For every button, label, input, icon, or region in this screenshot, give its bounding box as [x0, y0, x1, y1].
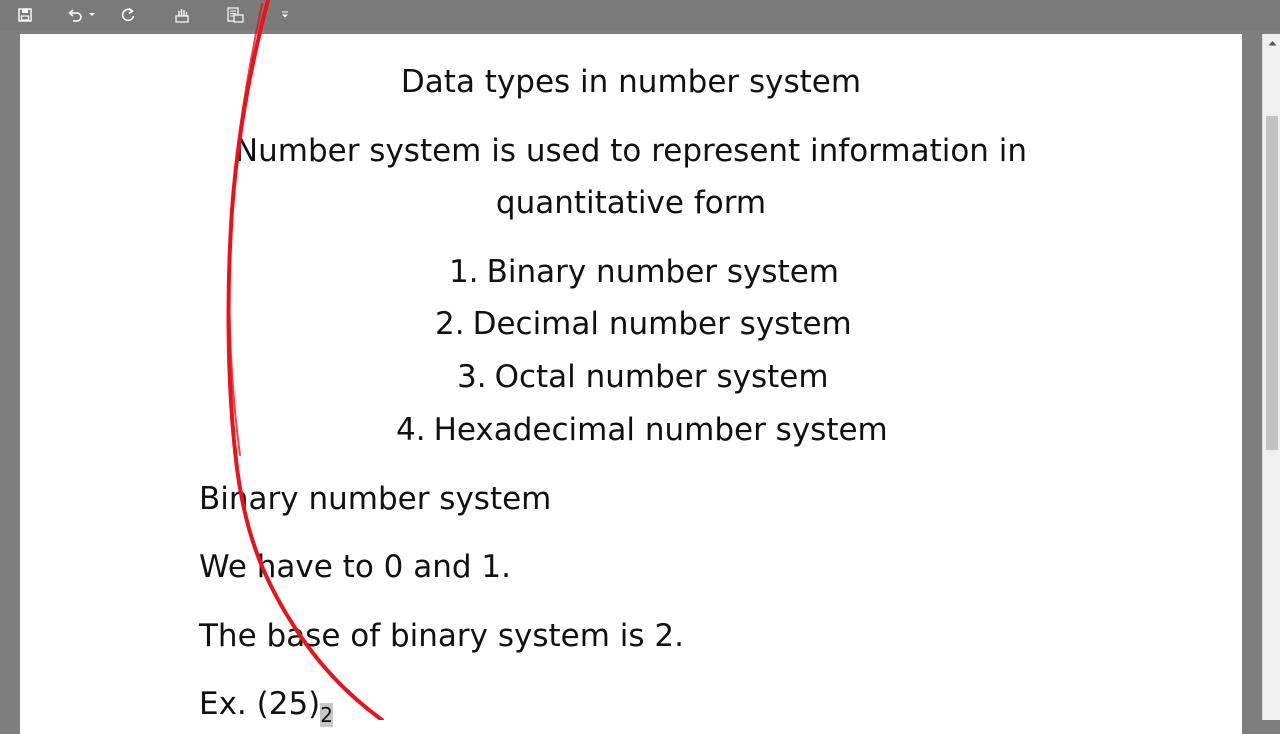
undo-dropdown-icon	[89, 13, 95, 16]
vertical-scrollbar[interactable]	[1262, 34, 1280, 720]
list-number: 1.	[449, 254, 479, 290]
undo-dropdown-button[interactable]	[86, 4, 98, 26]
list-item: 3. Octal number system	[457, 359, 829, 395]
list-number: 2.	[435, 306, 465, 342]
touch-mode-button[interactable]	[171, 4, 193, 26]
document-page[interactable]: Data types in number system Number syste…	[20, 34, 1242, 734]
list-text: Decimal number system	[472, 306, 852, 342]
list-text: Octal number system	[494, 359, 829, 395]
redo-button[interactable]	[117, 4, 139, 26]
list-item: 2. Decimal number system	[435, 306, 852, 342]
paragraph-digits: We have to 0 and 1.	[199, 549, 511, 585]
save-button[interactable]	[14, 4, 36, 26]
touch-mode-icon	[175, 9, 189, 23]
undo-button[interactable]	[64, 4, 86, 26]
undo-icon	[68, 9, 82, 22]
document-title: Data types in number system	[400, 64, 862, 100]
list-text: Hexadecimal number system	[433, 412, 888, 448]
list-number: 4.	[396, 412, 426, 448]
customize-toolbar-button[interactable]	[278, 4, 292, 26]
customize-dropdown-icon	[282, 11, 288, 18]
quick-access-toolbar	[0, 0, 1280, 30]
print-preview-button[interactable]	[224, 4, 246, 26]
paragraph-base: The base of binary system is 2.	[199, 618, 684, 654]
save-icon	[18, 8, 32, 22]
example-subscript: 2	[320, 703, 334, 727]
scroll-up-button[interactable]	[1263, 34, 1280, 52]
list-item: 4. Hexadecimal number system	[396, 412, 888, 448]
example-line: Ex. (25)2	[199, 686, 334, 727]
list-number: 3.	[457, 359, 487, 395]
list-item: 1. Binary number system	[449, 254, 839, 290]
print-preview-icon	[227, 7, 244, 23]
chevron-up-icon	[1268, 41, 1276, 46]
redo-icon	[121, 7, 135, 22]
example-text: Ex. (25)	[199, 686, 321, 722]
section-heading: Binary number system	[199, 481, 552, 517]
scroll-thumb[interactable]	[1266, 116, 1278, 450]
intro-line-2: quantitative form	[495, 185, 767, 221]
intro-line-1: Number system is used to represent infor…	[234, 133, 1028, 169]
list-text: Binary number system	[486, 254, 839, 290]
